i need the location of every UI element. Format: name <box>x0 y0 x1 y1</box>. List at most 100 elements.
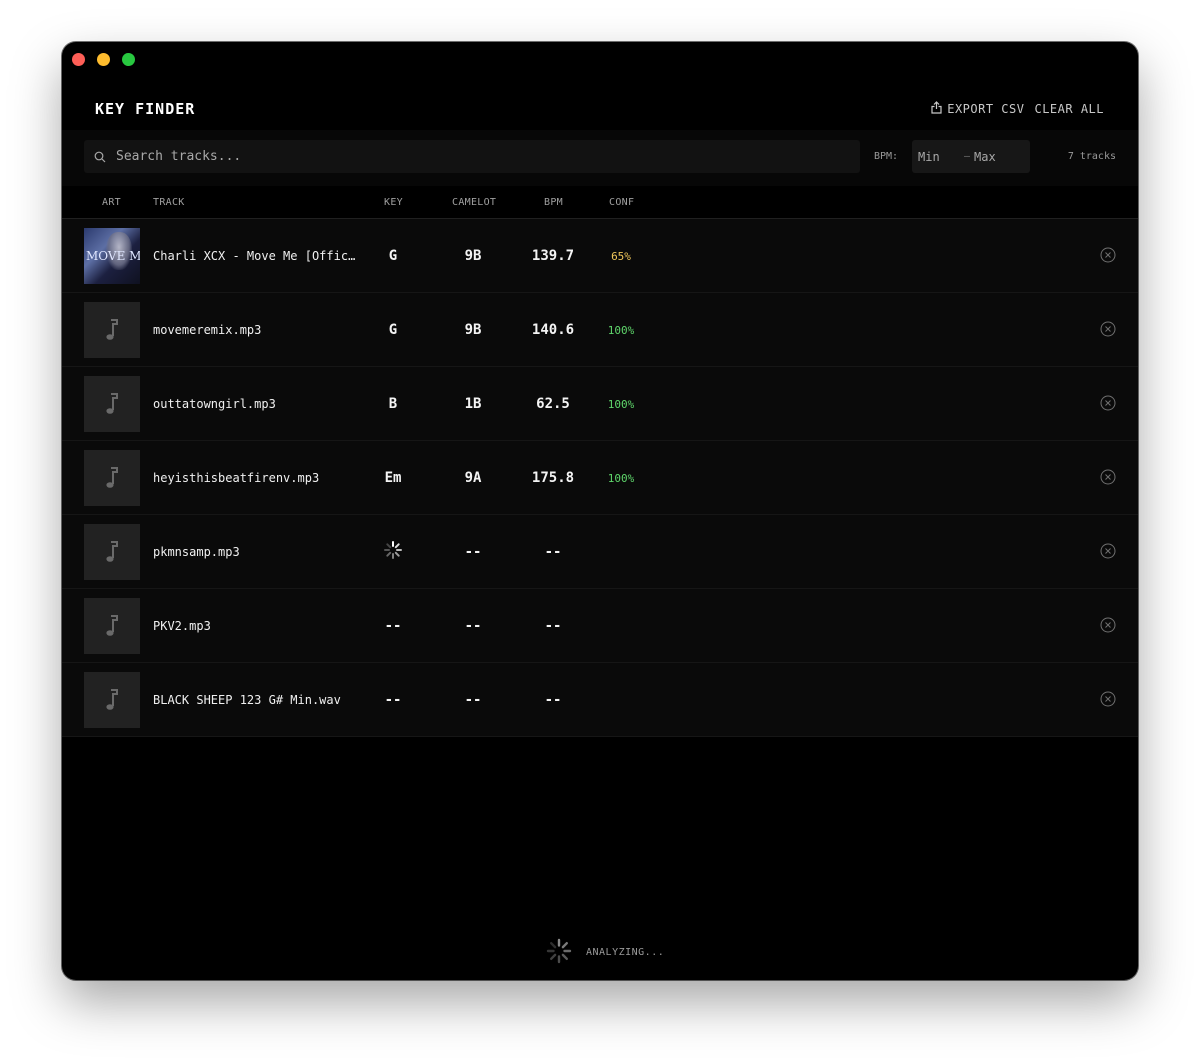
track-key: G <box>388 322 398 338</box>
remove-track-button[interactable] <box>1100 469 1116 489</box>
clear-all-label: CLEAR ALL <box>1034 102 1104 116</box>
track-key: -- <box>384 692 402 708</box>
track-row[interactable]: outtatowngirl.mp3 B 1B 62.5 100% <box>62 367 1138 441</box>
close-circle-icon <box>1100 469 1116 485</box>
bpm-range: Min – Max <box>912 140 1030 173</box>
loading-spinner-icon <box>546 938 572 967</box>
track-key: G <box>388 248 398 264</box>
track-camelot: 9A <box>464 470 482 486</box>
track-row[interactable]: BLACK SHEEP 123 G# Min.wav -- -- -- <box>62 663 1138 737</box>
app-title: KEY FINDER <box>95 100 196 118</box>
track-list: MOVE M Charli XCX - Move Me [Offic… G 9B… <box>62 219 1138 737</box>
music-note-icon <box>106 319 118 340</box>
track-row[interactable]: pkmnsamp.mp3 -- -- <box>62 515 1138 589</box>
cover-art-text: MOVE M <box>86 249 140 263</box>
track-camelot: -- <box>464 692 482 708</box>
album-art-placeholder <box>84 450 140 506</box>
track-camelot: 9B <box>464 248 482 264</box>
album-art-placeholder <box>84 672 140 728</box>
track-row[interactable]: heyisthisbeatfirenv.mp3 Em 9A 175.8 100% <box>62 441 1138 515</box>
track-camelot: 9B <box>464 322 482 338</box>
track-camelot: -- <box>464 544 482 560</box>
music-note-icon <box>106 615 118 636</box>
column-header-track[interactable]: TRACK <box>153 197 185 208</box>
close-circle-icon <box>1100 247 1116 263</box>
music-note-icon <box>106 541 118 562</box>
remove-track-button[interactable] <box>1100 691 1116 711</box>
export-csv-button[interactable]: EXPORT CSV <box>931 101 1024 117</box>
track-bpm: 139.7 <box>531 248 575 264</box>
track-row[interactable]: PKV2.mp3 -- -- -- <box>62 589 1138 663</box>
track-name: outtatowngirl.mp3 <box>153 397 276 411</box>
close-window-button[interactable] <box>72 53 85 66</box>
album-art-placeholder <box>84 376 140 432</box>
track-bpm: 140.6 <box>531 322 575 338</box>
remove-track-button[interactable] <box>1100 247 1116 267</box>
app-window: KEY FINDER EXPORT CSV CLEAR ALL BPM: Min… <box>62 42 1138 980</box>
share-icon <box>931 101 942 117</box>
track-name: pkmnsamp.mp3 <box>153 545 240 559</box>
analysis-status: ANALYZING... <box>546 938 664 967</box>
music-note-icon <box>106 393 118 414</box>
filter-bar: BPM: Min – Max 7 tracks <box>62 130 1138 186</box>
column-header-bpm[interactable]: BPM <box>544 197 563 208</box>
track-row[interactable]: movemeremix.mp3 G 9B 140.6 100% <box>62 293 1138 367</box>
track-bpm: -- <box>544 618 562 634</box>
status-text: ANALYZING... <box>586 947 665 958</box>
bpm-min-input[interactable]: Min <box>918 150 964 164</box>
track-bpm: 175.8 <box>531 470 575 486</box>
column-header-art[interactable]: ART <box>102 197 121 208</box>
track-bpm: -- <box>544 692 562 708</box>
track-confidence: 100% <box>607 324 635 337</box>
clear-all-button[interactable]: CLEAR ALL <box>1034 102 1104 116</box>
album-art-placeholder <box>84 302 140 358</box>
track-name: Charli XCX - Move Me [Offic… <box>153 249 356 263</box>
minimize-window-button[interactable] <box>97 53 110 66</box>
search-icon <box>94 151 106 163</box>
search-input[interactable] <box>114 148 818 165</box>
bpm-filter-label: BPM: <box>874 151 899 162</box>
loading-spinner-icon <box>368 540 418 560</box>
header-actions: EXPORT CSV CLEAR ALL <box>931 101 1104 117</box>
track-confidence: 65% <box>611 250 631 263</box>
zoom-window-button[interactable] <box>122 53 135 66</box>
close-circle-icon <box>1100 395 1116 411</box>
track-count: 7 tracks <box>1067 151 1116 162</box>
track-bpm: 62.5 <box>536 396 570 412</box>
track-name: BLACK SHEEP 123 G# Min.wav <box>153 693 341 707</box>
remove-track-button[interactable] <box>1100 395 1116 415</box>
window-controls <box>72 53 135 66</box>
remove-track-button[interactable] <box>1100 321 1116 341</box>
column-header-key[interactable]: KEY <box>384 197 403 208</box>
column-header-camelot[interactable]: CAMELOT <box>452 197 496 208</box>
album-art: MOVE M <box>84 228 140 284</box>
track-key: -- <box>384 618 402 634</box>
remove-track-button[interactable] <box>1100 543 1116 563</box>
close-circle-icon <box>1100 691 1116 707</box>
track-name: movemeremix.mp3 <box>153 323 262 337</box>
search-box <box>84 140 860 173</box>
range-separator: – <box>964 151 971 162</box>
album-art-placeholder <box>84 524 140 580</box>
track-name: heyisthisbeatfirenv.mp3 <box>153 471 320 485</box>
track-name: PKV2.mp3 <box>153 619 211 633</box>
track-key: Em <box>384 470 402 486</box>
track-row[interactable]: MOVE M Charli XCX - Move Me [Offic… G 9B… <box>62 219 1138 293</box>
track-bpm: -- <box>544 544 562 560</box>
bpm-max-input[interactable]: Max <box>974 150 996 164</box>
column-header-conf[interactable]: CONF <box>609 197 634 208</box>
close-circle-icon <box>1100 321 1116 337</box>
track-camelot: 1B <box>464 396 482 412</box>
export-csv-label: EXPORT CSV <box>947 102 1025 116</box>
track-key: B <box>388 396 398 412</box>
track-camelot: -- <box>464 618 482 634</box>
music-note-icon <box>106 689 118 710</box>
remove-track-button[interactable] <box>1100 617 1116 637</box>
music-note-icon <box>106 467 118 488</box>
close-circle-icon <box>1100 543 1116 559</box>
track-confidence: 100% <box>607 472 635 485</box>
column-headers: ART TRACK KEY CAMELOT BPM CONF <box>62 186 1138 219</box>
track-confidence: 100% <box>607 398 635 411</box>
album-art-placeholder <box>84 598 140 654</box>
close-circle-icon <box>1100 617 1116 633</box>
